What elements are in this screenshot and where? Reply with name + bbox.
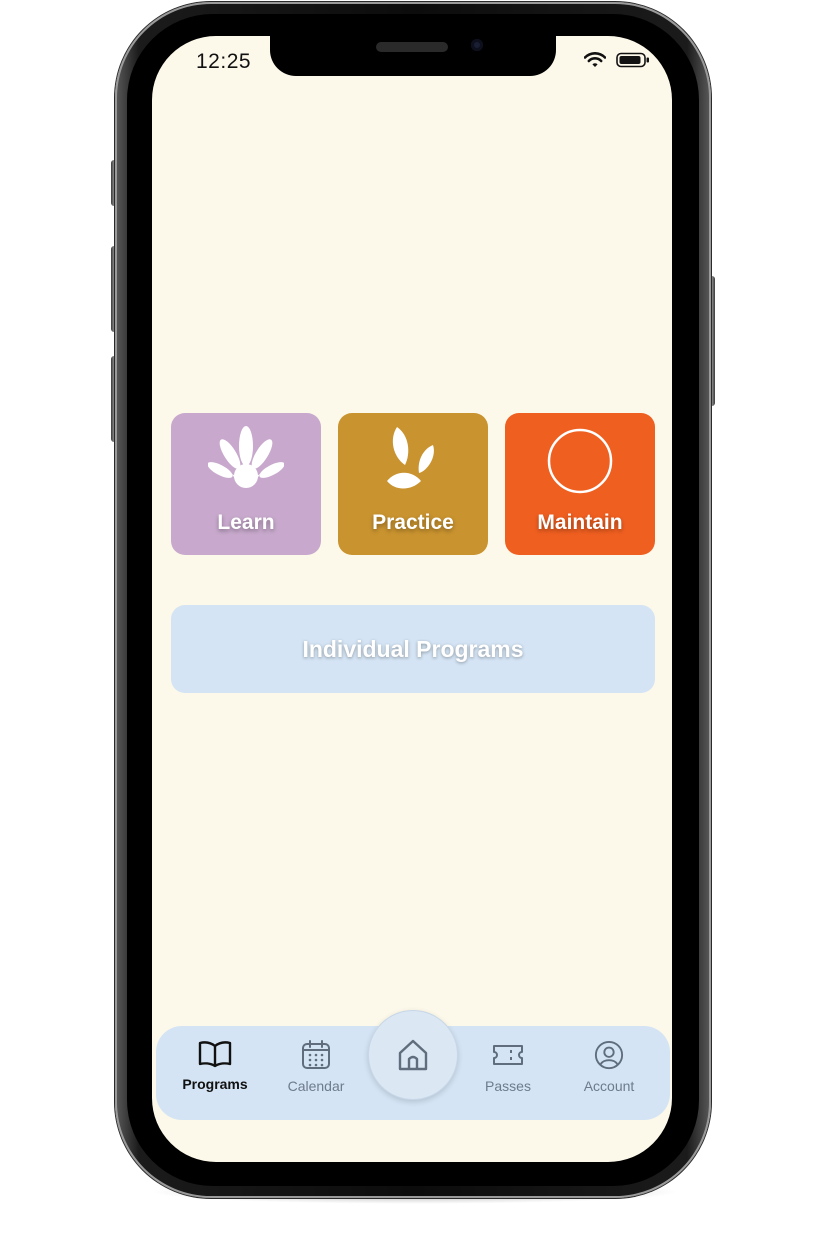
- maintain-label: Maintain: [537, 511, 623, 534]
- individual-programs-label: Individual Programs: [302, 635, 524, 662]
- status-time: 12:25: [196, 50, 252, 73]
- sprout-icon: [387, 427, 434, 489]
- battery-icon: [616, 52, 649, 68]
- book-icon: [198, 1041, 232, 1068]
- ticket-icon: [493, 1045, 523, 1065]
- nav-passes-label: Passes: [485, 1078, 531, 1094]
- circle-icon: [547, 428, 613, 494]
- account-icon: [594, 1040, 624, 1070]
- learn-label: Learn: [217, 511, 275, 534]
- status-icons: [584, 52, 650, 68]
- nav-account[interactable]: Account: [564, 1040, 654, 1094]
- speaker-grille: [376, 42, 448, 52]
- nav-passes[interactable]: Passes: [463, 1040, 553, 1094]
- home-icon: [398, 1039, 428, 1071]
- wifi-icon: [584, 52, 606, 67]
- app-screen: 12:25 Learn Practice Maintain Individual…: [152, 36, 672, 1162]
- calendar-icon: [302, 1040, 330, 1069]
- individual-programs-button[interactable]: Individual Programs: [171, 605, 655, 693]
- front-camera: [471, 39, 483, 51]
- maintain-tile[interactable]: Maintain: [505, 413, 655, 555]
- leaf-burst-icon: [208, 426, 284, 488]
- practice-label: Practice: [372, 511, 454, 534]
- nav-calendar-label: Calendar: [287, 1078, 345, 1094]
- nav-account-label: Account: [583, 1078, 635, 1094]
- practice-tile[interactable]: Practice: [338, 413, 488, 555]
- notch: [270, 36, 556, 76]
- home-button[interactable]: [368, 1010, 458, 1100]
- learn-tile[interactable]: Learn: [171, 413, 321, 555]
- nav-programs-label: Programs: [182, 1076, 248, 1092]
- nav-calendar[interactable]: Calendar: [271, 1040, 361, 1094]
- nav-programs[interactable]: Programs: [170, 1040, 260, 1092]
